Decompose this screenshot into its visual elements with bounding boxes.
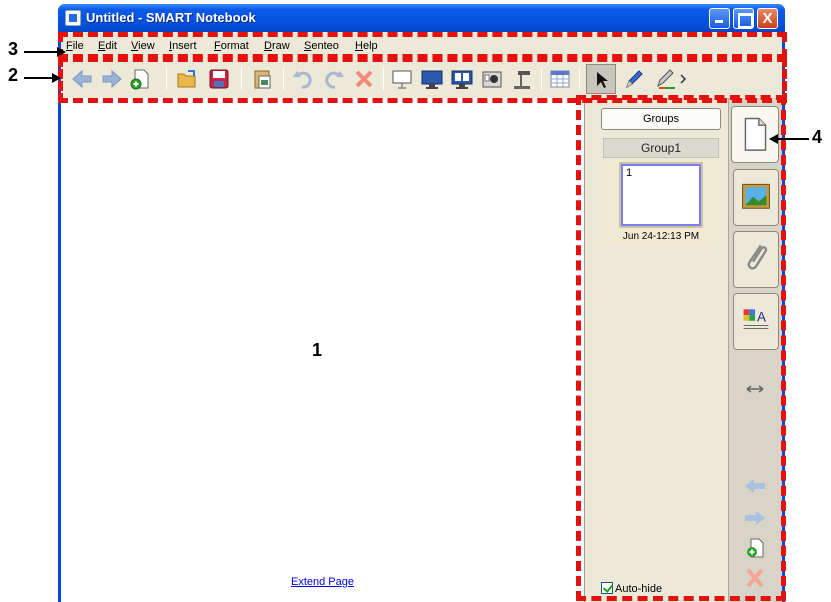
close-button[interactable]: X bbox=[757, 8, 778, 29]
maximize-icon bbox=[734, 9, 753, 28]
window-title: Untitled - SMART Notebook bbox=[86, 10, 256, 25]
callout-2-arrowhead-icon bbox=[52, 73, 61, 83]
minimize-icon bbox=[710, 9, 729, 28]
callout-4-arrow bbox=[775, 138, 809, 140]
callout-2: 2 bbox=[8, 65, 19, 85]
callout-4-arrowhead-icon bbox=[769, 134, 778, 144]
minimize-button[interactable] bbox=[709, 8, 730, 29]
callout-3-arrow bbox=[24, 51, 58, 53]
menu-bar-highlight bbox=[58, 32, 787, 59]
callout-3-arrowhead-icon bbox=[57, 47, 66, 57]
title-bar[interactable]: Untitled - SMART Notebook X bbox=[58, 4, 785, 32]
maximize-button[interactable] bbox=[733, 8, 754, 29]
callout-4: 4 bbox=[812, 127, 823, 147]
whiteboard-canvas[interactable]: Extend Page bbox=[61, 98, 585, 602]
extend-page-link[interactable]: Extend Page bbox=[61, 576, 584, 588]
callout-3: 3 bbox=[8, 39, 19, 59]
close-icon: X bbox=[762, 10, 773, 27]
callout-1: 1 bbox=[312, 340, 323, 360]
smart-notebook-app-icon[interactable] bbox=[65, 10, 81, 26]
side-panel-highlight bbox=[576, 95, 786, 601]
